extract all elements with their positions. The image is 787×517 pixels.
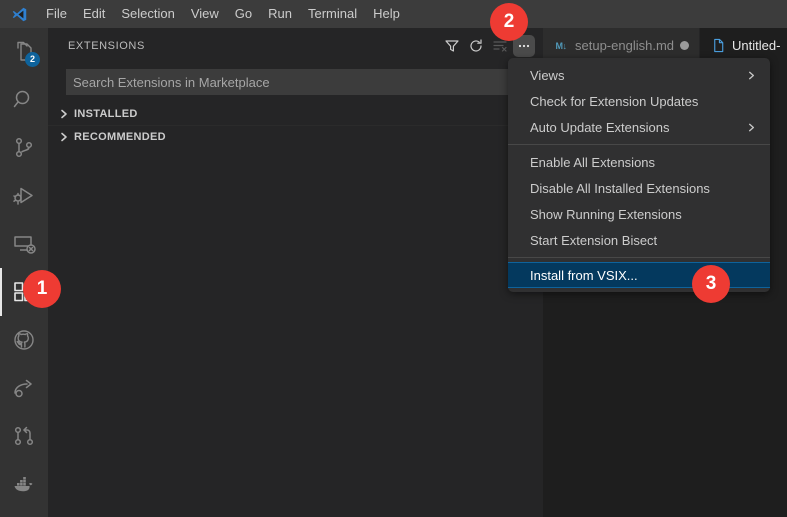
pull-request-icon xyxy=(12,424,36,448)
context-menu-item-views[interactable]: Views xyxy=(508,62,770,88)
source-control-icon xyxy=(12,136,36,160)
context-menu-item-install-from-vsix[interactable]: Install from VSIX... xyxy=(508,262,770,288)
context-menu-item-start-extension-bisect[interactable]: Start Extension Bisect xyxy=(508,227,770,253)
editor-tab-label: setup-english.md xyxy=(575,38,674,53)
explorer-badge: 2 xyxy=(25,52,40,67)
menu-run[interactable]: Run xyxy=(260,3,300,25)
context-menu-item-enable-all-extensions[interactable]: Enable All Extensions xyxy=(508,149,770,175)
extensions-sidebar: EXTENSIONS Search Extensions in Marketpl… xyxy=(48,28,543,517)
activity-bar-item-live-share[interactable] xyxy=(0,364,48,412)
context-menu-item-label: Enable All Extensions xyxy=(530,154,656,170)
live-share-icon xyxy=(12,376,36,400)
vscode-logo-icon xyxy=(0,0,38,28)
activity-bar-item-run-and-debug[interactable] xyxy=(0,172,48,220)
activity-bar-item-pull-requests[interactable] xyxy=(0,412,48,460)
activity-bar-item-docker[interactable] xyxy=(0,460,48,508)
annotation-badge-3: 3 xyxy=(692,265,730,303)
context-menu-item-auto-update-extensions[interactable]: Auto Update Extensions xyxy=(508,114,770,140)
annotation-badge-2: 2 xyxy=(490,3,528,41)
context-menu-item-label: Start Extension Bisect xyxy=(530,232,658,248)
title-bar: File Edit Selection View Go Run Terminal… xyxy=(0,0,787,28)
menu-go[interactable]: Go xyxy=(227,3,260,25)
run-debug-icon xyxy=(12,184,36,208)
context-menu-item-label: Disable All Installed Extensions xyxy=(530,180,710,196)
search-icon xyxy=(12,88,36,112)
context-menu-separator xyxy=(508,257,770,258)
menu-view[interactable]: View xyxy=(183,3,227,25)
activity-bar-item-remote-explorer[interactable] xyxy=(0,220,48,268)
docker-icon xyxy=(12,472,36,496)
chevron-right-icon xyxy=(56,106,72,122)
context-menu-item-disable-all-installed-extensions[interactable]: Disable All Installed Extensions xyxy=(508,175,770,201)
search-box[interactable] xyxy=(66,69,525,95)
tree-section-label: INSTALLED xyxy=(74,108,138,120)
context-menu-item-label: Views xyxy=(530,67,565,83)
activity-bar-item-explorer[interactable]: 2 xyxy=(0,28,48,76)
menu-selection[interactable]: Selection xyxy=(113,3,182,25)
context-menu-item-label: Show Running Extensions xyxy=(530,206,682,222)
search-input[interactable] xyxy=(73,74,518,90)
context-menu-item-check-for-extension-updates[interactable]: Check for Extension Updates xyxy=(508,88,770,114)
refresh-icon xyxy=(468,38,484,54)
extensions-context-menu: Views Check for Extension Updates Auto U… xyxy=(508,58,770,292)
filter-extensions-button[interactable] xyxy=(441,35,463,57)
activity-bar-item-github[interactable] xyxy=(0,316,48,364)
context-menu-item-label: Auto Update Extensions xyxy=(530,119,670,135)
ellipsis-icon xyxy=(516,38,532,54)
annotation-badge-1: 1 xyxy=(23,270,61,308)
menu-edit[interactable]: Edit xyxy=(75,3,113,25)
activity-bar-item-search[interactable] xyxy=(0,76,48,124)
search-container xyxy=(48,63,543,95)
tree-section-installed[interactable]: INSTALLED xyxy=(48,103,543,125)
submenu-chevron-icon xyxy=(744,68,758,82)
context-menu-separator xyxy=(508,144,770,145)
tree-section-recommended[interactable]: RECOMMENDED xyxy=(48,125,543,147)
filter-icon xyxy=(444,38,460,54)
menu-terminal[interactable]: Terminal xyxy=(300,3,365,25)
menu-bar: File Edit Selection View Go Run Terminal… xyxy=(38,0,408,28)
submenu-chevron-icon xyxy=(744,120,758,134)
editor-tab-label: Untitled- xyxy=(732,38,781,53)
unsaved-changes-icon[interactable] xyxy=(680,41,689,50)
remote-explorer-icon xyxy=(12,232,36,256)
sidebar-title: EXTENSIONS xyxy=(68,39,145,52)
markdown-icon: M↓ xyxy=(555,40,568,51)
menu-help[interactable]: Help xyxy=(365,3,408,25)
context-menu-item-show-running-extensions[interactable]: Show Running Extensions xyxy=(508,201,770,227)
refresh-extensions-button[interactable] xyxy=(465,35,487,57)
github-icon xyxy=(12,328,36,352)
tree-section-label: RECOMMENDED xyxy=(74,130,166,143)
activity-bar-item-source-control[interactable] xyxy=(0,124,48,172)
extensions-tree: INSTALLED RECOMMENDED xyxy=(48,103,543,147)
file-icon xyxy=(710,38,726,54)
vscode-window: File Edit Selection View Go Run Terminal… xyxy=(0,0,787,517)
context-menu-item-label: Check for Extension Updates xyxy=(530,93,699,109)
menu-file[interactable]: File xyxy=(38,3,75,25)
chevron-right-icon xyxy=(56,129,72,145)
